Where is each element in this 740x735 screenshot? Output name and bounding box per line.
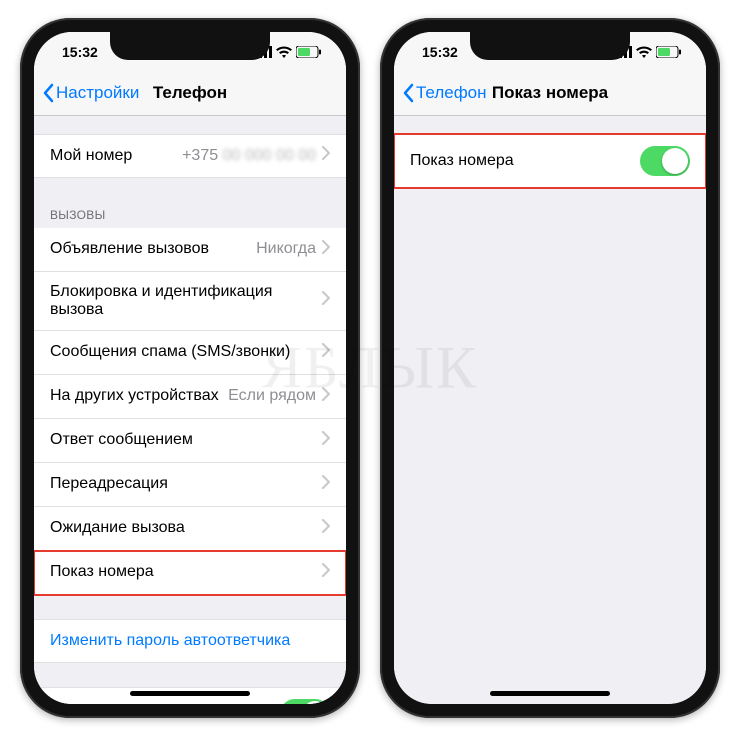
battery-icon [296,46,322,58]
notch [110,32,270,60]
row-forwarding[interactable]: Переадресация [34,463,346,507]
row-label: Переадресация [50,475,168,493]
phone-left: 15:32 Настройки Телефон [20,18,360,718]
row-label: На других устройствах [50,387,219,405]
row-reply-message[interactable]: Ответ сообщением [34,419,346,463]
chevron-right-icon [322,563,330,582]
wifi-icon [636,46,652,58]
row-label: Ответ сообщением [50,431,193,449]
wifi-icon [276,46,292,58]
home-indicator[interactable] [490,691,610,696]
row-label: Блокировка и идентификация вызова [50,283,322,319]
content-left: Мой номер +375 00 000 00 00 ВЫЗОВЫ Объяв… [34,116,346,704]
chevron-right-icon [322,146,330,165]
row-announce-calls[interactable]: Объявление вызовов Никогда [34,228,346,272]
back-label: Настройки [56,83,139,103]
chevron-right-icon [322,475,330,494]
row-label: Ожидание вызова [50,519,185,537]
dial-assist-toggle[interactable] [280,699,330,704]
row-change-voicemail-password[interactable]: Изменить пароль автоответчика [34,619,346,663]
row-block-id[interactable]: Блокировка и идентификация вызова [34,272,346,331]
show-caller-id-toggle[interactable] [640,146,690,176]
content-right: Показ номера [394,116,706,704]
screen-left: 15:32 Настройки Телефон [34,32,346,704]
row-value: Никогда [256,240,316,258]
chevron-right-icon [322,431,330,450]
row-label: Сообщения спама (SMS/звонки) [50,343,290,361]
chevron-right-icon [322,343,330,362]
notch [470,32,630,60]
battery-icon [656,46,682,58]
row-label: Объявление вызовов [50,240,209,258]
row-label: Показ номера [410,152,514,170]
chevron-right-icon [322,240,330,259]
row-show-caller-id[interactable]: Показ номера [34,551,346,595]
back-button[interactable]: Телефон [402,83,487,103]
screen-right: 15:32 Телефон Показ номера [394,32,706,704]
status-time: 15:32 [62,44,98,60]
chevron-right-icon [322,387,330,406]
nav-bar: Телефон Показ номера [394,72,706,116]
group-header-calls: ВЫЗОВЫ [34,202,346,228]
row-label: Изменить пароль автоответчика [50,632,290,650]
phone-right: 15:32 Телефон Показ номера [380,18,720,718]
row-spam[interactable]: Сообщения спама (SMS/звонки) [34,331,346,375]
row-other-devices[interactable]: На других устройствах Если рядом [34,375,346,419]
back-label: Телефон [416,83,487,103]
chevron-right-icon [322,291,330,310]
row-label: Показ номера [50,563,154,581]
home-indicator[interactable] [130,691,250,696]
row-my-number[interactable]: Мой номер +375 00 000 00 00 [34,134,346,178]
row-label: Мой номер [50,147,132,165]
chevron-left-icon [42,83,54,103]
my-number-value: +375 00 000 00 00 [182,147,316,165]
row-value: Если рядом [228,387,316,405]
chevron-left-icon [402,83,414,103]
back-button[interactable]: Настройки [42,83,139,103]
row-call-waiting[interactable]: Ожидание вызова [34,507,346,551]
nav-bar: Настройки Телефон [34,72,346,116]
row-show-caller-id-toggle: Показ номера [394,134,706,188]
chevron-right-icon [322,519,330,538]
status-time: 15:32 [422,44,458,60]
